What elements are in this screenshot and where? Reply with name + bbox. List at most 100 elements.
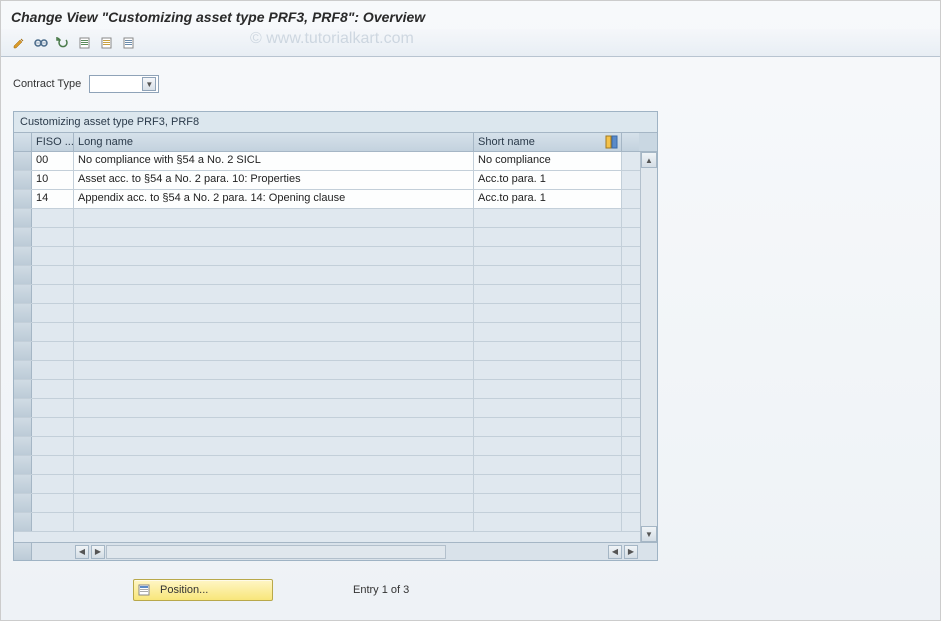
scroll-right-icon[interactable]: ▶	[91, 545, 105, 559]
cell-short-name	[474, 247, 622, 265]
copy-as-icon[interactable]	[97, 33, 117, 53]
contract-type-dropdown[interactable]: ▼	[89, 75, 159, 93]
scroll-right-icon-2[interactable]: ▶	[624, 545, 638, 559]
scroll-track[interactable]	[641, 168, 657, 526]
cell-long-name	[74, 475, 474, 493]
cell-fiso[interactable]: 14	[32, 190, 74, 208]
hscroll-track-long[interactable]	[106, 545, 446, 559]
vertical-scrollbar[interactable]: ▲ ▼	[640, 152, 657, 542]
row-selector[interactable]	[14, 437, 32, 455]
cell-short-name	[474, 342, 622, 360]
row-selector[interactable]	[14, 323, 32, 341]
cell-long-name	[74, 247, 474, 265]
cell-short-name	[474, 399, 622, 417]
table-row	[14, 342, 657, 361]
chevron-down-icon[interactable]: ▼	[142, 77, 156, 91]
cell-fiso	[32, 266, 74, 284]
row-selector[interactable]	[14, 266, 32, 284]
row-selector[interactable]	[14, 418, 32, 436]
cell-short-name[interactable]: Acc.to para. 1	[474, 190, 622, 208]
cell-long-name	[74, 513, 474, 531]
row-selector[interactable]	[14, 513, 32, 531]
row-selector[interactable]	[14, 152, 32, 170]
table-row	[14, 437, 657, 456]
new-entries-icon[interactable]	[75, 33, 95, 53]
row-selector[interactable]	[14, 209, 32, 227]
cell-fiso	[32, 304, 74, 322]
table-row	[14, 304, 657, 323]
cell-fiso	[32, 247, 74, 265]
panel-title: Customizing asset type PRF3, PRF8	[14, 112, 657, 132]
toolbar	[1, 29, 940, 57]
cell-long-name[interactable]: No compliance with §54 a No. 2 SICL	[74, 152, 474, 170]
row-selector[interactable]	[14, 228, 32, 246]
undo-icon[interactable]	[53, 33, 73, 53]
row-selector[interactable]	[14, 456, 32, 474]
scroll-down-icon[interactable]: ▼	[641, 526, 657, 542]
cell-fiso	[32, 209, 74, 227]
row-selector[interactable]	[14, 190, 32, 208]
scroll-left-icon-2[interactable]: ◀	[608, 545, 622, 559]
row-selector[interactable]	[14, 380, 32, 398]
cell-long-name	[74, 228, 474, 246]
cell-long-name	[74, 456, 474, 474]
row-selector[interactable]	[14, 342, 32, 360]
table-row	[14, 399, 657, 418]
cell-long-name	[74, 361, 474, 379]
column-header-fiso[interactable]: FISO ...	[32, 133, 74, 151]
cell-short-name	[474, 475, 622, 493]
cell-long-name	[74, 323, 474, 341]
row-selector[interactable]	[14, 247, 32, 265]
select-all-corner[interactable]	[14, 133, 32, 151]
cell-short-name	[474, 456, 622, 474]
table-row	[14, 247, 657, 266]
table-row	[14, 475, 657, 494]
table-row	[14, 361, 657, 380]
display-change-icon[interactable]	[9, 33, 29, 53]
position-button[interactable]: Position...	[133, 579, 273, 601]
row-selector[interactable]	[14, 475, 32, 493]
cell-fiso[interactable]: 10	[32, 171, 74, 189]
cell-fiso	[32, 437, 74, 455]
table-row	[14, 456, 657, 475]
entry-counter: Entry 1 of 3	[353, 584, 409, 596]
table-row: 14Appendix acc. to §54 a No. 2 para. 14:…	[14, 190, 657, 209]
other-entry-icon[interactable]	[31, 33, 51, 53]
table-panel: Customizing asset type PRF3, PRF8 FISO .…	[13, 111, 658, 561]
scroll-left-icon[interactable]: ◀	[75, 545, 89, 559]
cell-fiso	[32, 513, 74, 531]
row-selector[interactable]	[14, 285, 32, 303]
cell-long-name	[74, 380, 474, 398]
row-selector[interactable]	[14, 171, 32, 189]
position-icon	[138, 583, 152, 597]
cell-long-name[interactable]: Asset acc. to §54 a No. 2 para. 10: Prop…	[74, 171, 474, 189]
table-row	[14, 228, 657, 247]
cell-short-name	[474, 361, 622, 379]
column-header-short-name-label: Short name	[478, 136, 535, 148]
cell-long-name[interactable]: Appendix acc. to §54 a No. 2 para. 14: O…	[74, 190, 474, 208]
cell-long-name	[74, 209, 474, 227]
cell-short-name[interactable]: No compliance	[474, 152, 622, 170]
row-selector[interactable]	[14, 361, 32, 379]
cell-fiso	[32, 285, 74, 303]
cell-fiso	[32, 494, 74, 512]
cell-fiso[interactable]: 00	[32, 152, 74, 170]
row-selector[interactable]	[14, 399, 32, 417]
delimit-icon[interactable]	[119, 33, 139, 53]
scroll-up-icon[interactable]: ▲	[641, 152, 657, 168]
column-header-long-name[interactable]: Long name	[74, 133, 474, 151]
table-row: 00No compliance with §54 a No. 2 SICLNo …	[14, 152, 657, 171]
cell-fiso	[32, 399, 74, 417]
table-row	[14, 209, 657, 228]
table-row	[14, 513, 657, 532]
table-settings-icon[interactable]	[605, 135, 619, 149]
footer-bar: Position... Entry 1 of 3	[13, 579, 928, 601]
row-selector[interactable]	[14, 304, 32, 322]
row-selector[interactable]	[14, 494, 32, 512]
column-header-short-name[interactable]: Short name	[474, 133, 622, 151]
cell-short-name	[474, 513, 622, 531]
cell-long-name	[74, 266, 474, 284]
selection-area: Contract Type ▼	[1, 57, 940, 103]
cell-short-name[interactable]: Acc.to para. 1	[474, 171, 622, 189]
cell-short-name	[474, 418, 622, 436]
